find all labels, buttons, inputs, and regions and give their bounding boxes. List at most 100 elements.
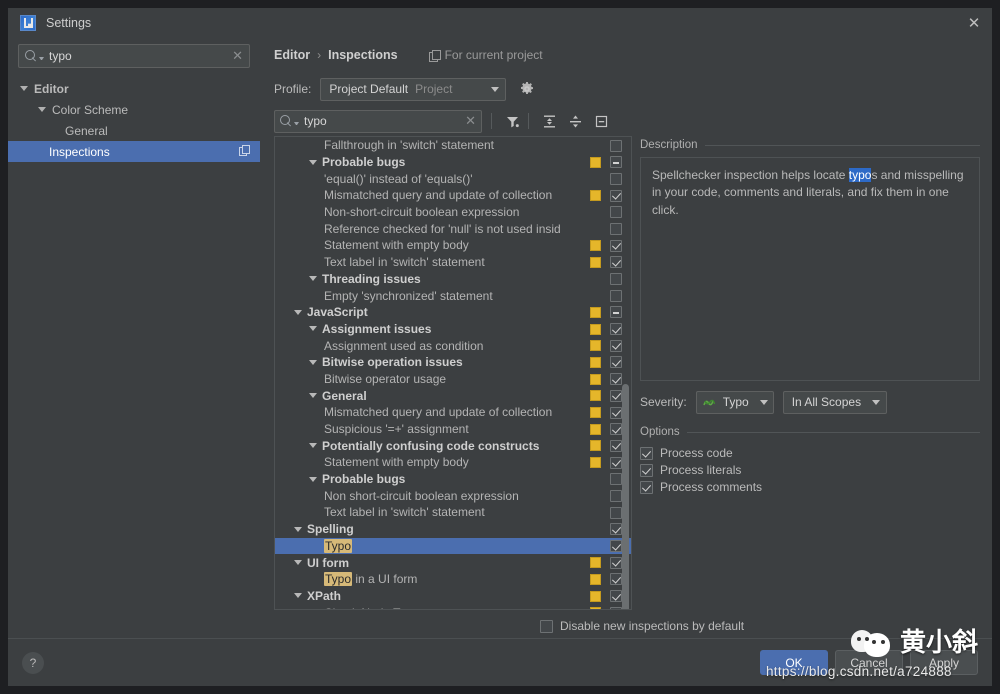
option-checkbox[interactable] [640, 446, 653, 460]
gear-icon[interactable] [519, 81, 535, 97]
severity-chip[interactable] [590, 440, 601, 452]
severity-chip[interactable] [590, 407, 601, 418]
severity-chip[interactable] [590, 373, 601, 385]
chevron-down-icon[interactable] [309, 326, 317, 332]
chevron-down-icon[interactable] [294, 593, 302, 599]
chevron-down-icon[interactable] [294, 526, 302, 532]
filter-icon[interactable] [501, 110, 523, 132]
clear-icon[interactable]: ✕ [228, 50, 243, 63]
tree-row[interactable]: Text label in 'switch' statement [275, 504, 631, 521]
tree-row[interactable]: XPath [275, 588, 631, 605]
cancel-button[interactable]: Cancel [835, 650, 903, 675]
severity-chip[interactable] [590, 156, 601, 168]
tree-row-label: UI form [307, 555, 349, 570]
tree-row-label: Text label in 'switch' statement [324, 255, 485, 270]
breadcrumb-editor[interactable]: Editor [274, 48, 310, 62]
tree-row[interactable]: Non short-circuit boolean expression [275, 487, 631, 504]
option-item[interactable]: Process code [640, 446, 980, 460]
tree-row[interactable]: Typo [275, 537, 631, 555]
tree-row[interactable]: Check Node Test [275, 604, 631, 609]
sidebar-item-color-scheme[interactable]: Color Scheme [8, 99, 260, 120]
tree-row[interactable]: Threading issues [275, 271, 631, 288]
inspections-search-input[interactable] [304, 114, 462, 128]
settings-nav-tree: Editor Color Scheme General Inspections [8, 76, 260, 638]
severity-chip[interactable] [590, 423, 601, 435]
tree-row[interactable]: Empty 'synchronized' statement [275, 287, 631, 304]
breadcrumb-inspections[interactable]: Inspections [328, 48, 397, 62]
tree-row[interactable]: Text label in 'switch' statement [275, 254, 631, 271]
chevron-down-icon[interactable] [309, 276, 317, 282]
chevron-down-icon[interactable] [294, 309, 302, 315]
tree-row[interactable]: Bitwise operation issues [275, 354, 631, 371]
severity-chip[interactable] [590, 323, 601, 335]
help-button[interactable]: ? [22, 651, 44, 674]
chevron-down-icon[interactable] [309, 393, 317, 399]
ok-button[interactable]: OK [760, 650, 828, 675]
severity-chip[interactable] [590, 607, 601, 609]
tree-row[interactable]: Mismatched query and update of collectio… [275, 187, 631, 204]
tree-scrollbar-thumb[interactable] [622, 384, 629, 609]
disable-new-inspections-checkbox[interactable] [540, 619, 553, 633]
chevron-down-icon[interactable] [309, 359, 317, 365]
tree-row[interactable]: Probable bugs [275, 471, 631, 488]
tree-row[interactable]: Mismatched query and update of collectio… [275, 404, 631, 421]
chevron-down-icon[interactable] [309, 159, 317, 165]
severity-chip[interactable] [590, 457, 601, 469]
option-checkbox[interactable] [640, 480, 653, 494]
profile-dropdown[interactable]: Project Default Project [320, 77, 507, 101]
sidebar-item-editor[interactable]: Editor [8, 78, 260, 99]
tree-row[interactable]: General [275, 387, 631, 404]
expand-all-icon[interactable] [538, 110, 560, 132]
severity-chip[interactable] [590, 306, 601, 318]
tree-row[interactable]: Probable bugs [275, 154, 631, 171]
tree-row[interactable]: Fallthrough in 'switch' statement [275, 137, 631, 154]
settings-search-input[interactable] [49, 49, 229, 63]
tree-row[interactable]: UI form [275, 554, 631, 571]
severity-chip[interactable] [590, 390, 601, 402]
close-icon[interactable]: ✕ [966, 15, 982, 31]
tree-row[interactable]: Non-short-circuit boolean expression [275, 204, 631, 221]
sidebar-item-label: General [65, 123, 108, 138]
chevron-down-icon[interactable] [294, 560, 302, 566]
tree-row-label: Reference checked for 'null' is not used… [324, 221, 561, 236]
scope-dropdown[interactable]: In All Scopes [782, 390, 888, 414]
tree-row[interactable]: Typo in a UI form [275, 571, 631, 588]
severity-chip[interactable] [590, 240, 601, 252]
chevron-down-icon[interactable] [309, 443, 317, 449]
tree-row[interactable]: Assignment issues [275, 321, 631, 338]
tree-row[interactable]: JavaScript [275, 304, 631, 321]
option-checkbox[interactable] [640, 463, 653, 477]
severity-chip[interactable] [590, 356, 601, 368]
tree-row[interactable]: Spelling [275, 521, 631, 538]
group-by-icon[interactable] [590, 110, 612, 132]
severity-chip[interactable] [590, 590, 601, 602]
tree-row[interactable]: Statement with empty body [275, 454, 631, 471]
options-title: Options [640, 426, 680, 438]
tree-row[interactable]: Potentially confusing code constructs [275, 437, 631, 454]
sidebar-item-inspections[interactable]: Inspections [8, 141, 260, 162]
tree-row[interactable]: Bitwise operator usage [275, 371, 631, 388]
sidebar-item-general[interactable]: General [8, 120, 260, 141]
tree-row[interactable]: 'equal()' instead of 'equals()' [275, 170, 631, 187]
tree-row[interactable]: Assignment used as condition [275, 337, 631, 354]
tree-row[interactable]: Suspicious '=+' assignment [275, 421, 631, 438]
tree-row[interactable]: Reference checked for 'null' is not used… [275, 220, 631, 237]
clear-icon[interactable]: ✕ [461, 115, 476, 128]
severity-chip[interactable] [590, 557, 601, 569]
severity-chip[interactable] [590, 340, 601, 352]
apply-button[interactable]: Apply [910, 650, 978, 675]
inspections-tree[interactable]: Fallthrough in 'switch' statement Probabl… [274, 136, 632, 610]
tree-row[interactable]: Statement with empty body [275, 237, 631, 254]
severity-chip[interactable] [590, 256, 601, 268]
chevron-down-icon[interactable] [309, 476, 317, 482]
option-item[interactable]: Process comments [640, 480, 980, 494]
sidebar-search-field[interactable]: ✕ [18, 44, 250, 68]
severity-chip[interactable] [590, 190, 601, 202]
inspections-search-field[interactable]: ✕ [274, 109, 482, 133]
severity-chip[interactable] [590, 573, 601, 585]
collapse-all-icon[interactable] [564, 110, 586, 132]
severity-dropdown[interactable]: Typo [695, 390, 774, 414]
tree-scrollbar[interactable] [621, 138, 630, 609]
disable-new-inspections-row[interactable]: Disable new inspections by default [274, 614, 980, 638]
option-item[interactable]: Process literals [640, 463, 980, 477]
